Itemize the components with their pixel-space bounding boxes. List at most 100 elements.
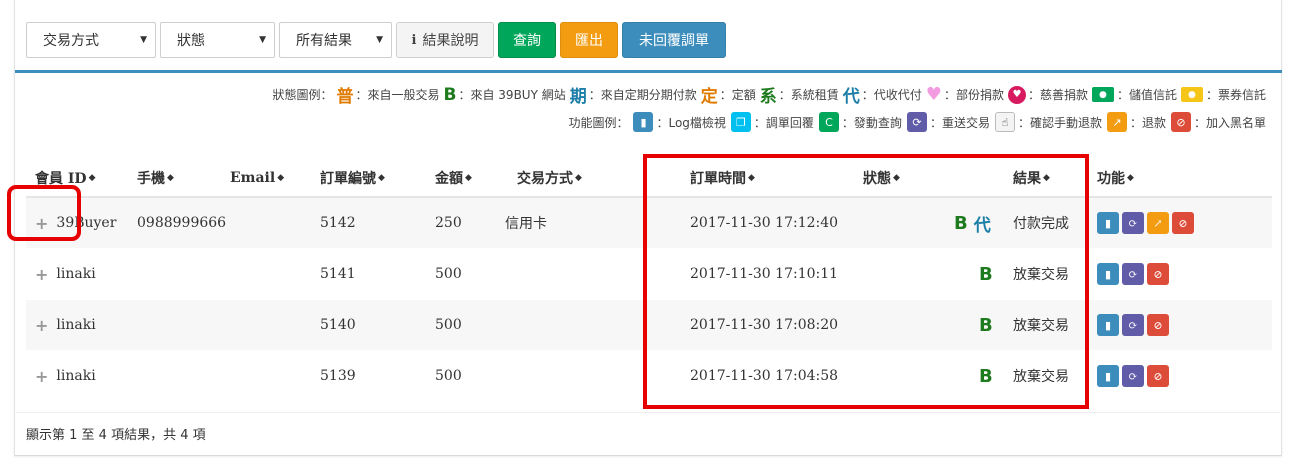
status-select[interactable]: 狀態 ▼ [160,22,275,58]
legend-char: B [443,84,457,105]
refresh-icon: C [818,112,839,132]
sort-icon: ◆ [88,173,96,183]
legend-text: ：部份捐款 [943,88,1004,102]
status-label: 狀態 [177,33,205,49]
log-view-button[interactable]: ▮ [1097,212,1119,234]
order-cell: 5139 [320,368,356,384]
legend-text: ：票券信託 [1205,88,1266,102]
log-view-button[interactable]: ▮ [1097,365,1119,387]
legend-fixed: 定：定額 [701,82,756,107]
result-label: 所有結果 [296,33,352,49]
legend-lease: 系：系統租賃 [760,82,839,107]
sort-icon: ◆ [465,173,472,183]
legend-text: ：加入黑名單 [1193,115,1266,130]
function-cell: ▮ ⟳ ⊘ [1097,300,1172,350]
money-icon: ● [1180,87,1203,102]
header-label: 金額 [435,171,463,187]
info-icon: i [411,32,417,48]
hand-icon: ☝ [994,112,1015,132]
legend-text: ：退款 [1129,115,1166,130]
refund-button[interactable]: ↗ [1147,212,1169,234]
header-label: 交易方式 [517,171,573,187]
header-phone[interactable]: 手機 ◆ [137,160,174,196]
legend-char: 系 [759,87,777,107]
result-info-button[interactable]: i 結果說明 [396,22,494,58]
expand-icon[interactable]: + [35,316,48,335]
order-cell: 5142 [320,215,356,231]
blacklist-button[interactable]: ⊘ [1172,212,1194,234]
header-amount[interactable]: 金額 ◆ [435,160,472,196]
blacklist-button[interactable]: ⊘ [1147,263,1169,285]
expand-icon[interactable]: + [35,265,48,284]
function-cell: ▮ ⟳ ⊘ [1097,249,1172,299]
amount-cell: 500 [435,368,462,384]
member-id: linaki [56,266,96,282]
amount-cell: 500 [435,266,462,282]
result-summary: 顯示第 1 至 4 項結果，共 4 項 [26,428,206,443]
legend-voucher: ● ：票券信託 [1180,86,1266,103]
legend-text: ：重送交易 [929,115,990,130]
legend-char: 普 [336,87,354,107]
member-cell: + linaki [35,351,96,401]
chevron-down-icon: ▼ [259,35,266,45]
status-legend: 狀態圖例： 普：來自一般交易 B ：來自 39BUY 網站 期：來自定期分期付款 … [272,82,1266,107]
export-button[interactable]: 匯出 [560,22,618,58]
header-label: Email [230,170,276,186]
share-icon: ↗ [1106,112,1127,132]
chevron-down-icon: ▼ [376,35,383,45]
resend-button[interactable]: ⟳ [1122,212,1144,234]
query-label: 查詢 [513,33,541,49]
query-button[interactable]: 查詢 [498,22,556,58]
phone-cell: 0988999666 [137,215,227,231]
blacklist-button[interactable]: ⊘ [1147,365,1169,387]
unreplied-button[interactable]: 未回覆調單 [622,22,726,58]
resend-button[interactable]: ⟳ [1122,314,1144,336]
member-cell: + linaki [35,249,96,299]
money-icon: ● [1091,87,1114,102]
legend-text: ：來自一般交易 [355,88,440,102]
legend-text: ：代收代付 [861,88,922,102]
header-method[interactable]: 交易方式 ◆ [517,160,582,196]
header-order[interactable]: 訂單編號 ◆ [320,160,385,196]
member-id: linaki [56,368,96,384]
header-label: 訂單編號 [320,171,376,187]
legend-installment: 期：來自定期分期付款 [570,82,697,107]
resend-button[interactable]: ⟳ [1122,365,1144,387]
member-id: linaki [56,317,96,333]
export-label: 匯出 [575,33,603,49]
chevron-down-icon: ▼ [140,35,147,45]
toolbar: 交易方式 ▼ 狀態 ▼ 所有結果 ▼ i 結果說明 查詢 匯出 未回覆調單 [26,22,726,58]
legend-text: ：Log檔檢視 [656,115,726,130]
log-view-button[interactable]: ▮ [1097,263,1119,285]
result-select[interactable]: 所有結果 ▼ [279,22,392,58]
legend-39buy: B ：來自 39BUY 網站 [444,85,566,105]
sort-icon: ◆ [1127,173,1134,183]
trade-method-select[interactable]: 交易方式 ▼ [26,22,156,58]
header-email[interactable]: Email ◆ [230,160,284,196]
heart-circle-icon: ♥ [1007,85,1026,104]
legend-text: ：慈善捐款 [1027,88,1088,102]
log-view-button[interactable]: ▮ [1097,314,1119,336]
header-label: 手機 [137,171,165,187]
header-label: 功能 [1097,171,1125,187]
blacklist-button[interactable]: ⊘ [1147,314,1169,336]
legend-text: ：確認手動退款 [1017,115,1102,130]
legend-char: 期 [569,87,587,107]
highlight-box-expand [7,185,81,241]
legend-char: 代 [842,87,860,107]
copy-icon: ❐ [730,112,751,132]
amount-cell: 500 [435,317,462,333]
member-cell: + linaki [35,300,96,350]
legend-text: ：來自定期分期付款 [588,88,697,102]
sync-icon: ⟳ [906,112,927,132]
legend-stored-value: ● ：儲值信託 [1091,86,1177,103]
ban-icon: ⊘ [1170,112,1191,132]
sort-icon: ◆ [277,173,285,183]
legend-text: ：儲值信託 [1116,88,1177,102]
legend-collection: 代：代收代付 [843,82,922,107]
legend-charity: ♥ ：慈善捐款 [1007,85,1088,104]
resend-button[interactable]: ⟳ [1122,263,1144,285]
header-function[interactable]: 功能 ◆ [1097,160,1134,196]
trade-method-label: 交易方式 [43,33,99,49]
expand-icon[interactable]: + [35,367,48,386]
